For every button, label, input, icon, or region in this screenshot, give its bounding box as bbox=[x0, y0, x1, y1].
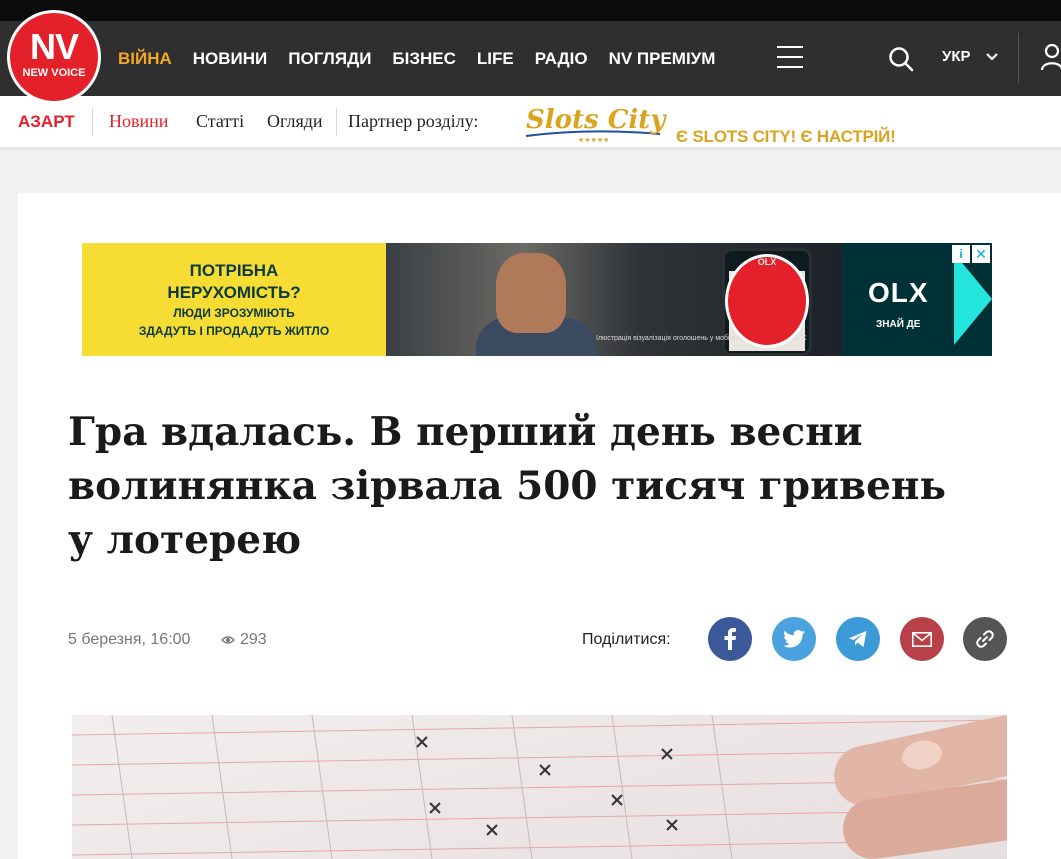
subnav-item-reviews[interactable]: Огляди bbox=[267, 111, 323, 132]
ad-phone-logo: OLX bbox=[725, 254, 809, 348]
ad-info-icon[interactable]: i bbox=[952, 245, 970, 263]
ad-line-2: НЕРУХОМІСТЬ? bbox=[167, 283, 301, 302]
article-views: 293 bbox=[221, 631, 267, 649]
ad-arrow-shape bbox=[954, 253, 992, 345]
logo-main-text: NV bbox=[29, 26, 79, 67]
subnav-item-news[interactable]: Новини bbox=[109, 111, 168, 132]
ad-banner[interactable]: ПОТРІБНА НЕРУХОМІСТЬ? ЛЮДИ ЗРОЗУМІЮТЬ ЗД… bbox=[82, 243, 992, 356]
ad-person-face bbox=[496, 253, 566, 333]
chevron-down-icon bbox=[985, 52, 998, 61]
share-label: Поділитися: bbox=[582, 631, 671, 648]
menu-icon[interactable] bbox=[777, 46, 803, 68]
svg-text:★★★★★: ★★★★★ bbox=[578, 136, 609, 144]
logo-sub-text: NEW VOICE bbox=[22, 67, 86, 79]
link-icon bbox=[976, 630, 994, 648]
subnav-divider bbox=[92, 108, 93, 136]
nav-item-opinions[interactable]: ПОГЛЯДИ bbox=[288, 49, 371, 69]
ad-close-icon[interactable]: ✕ bbox=[972, 245, 990, 263]
nav-item-life[interactable]: LIFE bbox=[477, 49, 514, 69]
nav-item-radio[interactable]: РАДІО bbox=[535, 49, 588, 69]
subnav-item-articles[interactable]: Статті bbox=[196, 111, 244, 132]
ad-slogan: ЗНАЙ ДЕ bbox=[876, 319, 921, 330]
share-twitter-button[interactable] bbox=[772, 617, 816, 661]
ad-text-panel: ПОТРІБНА НЕРУХОМІСТЬ? ЛЮДИ ЗРОЗУМІЮТЬ ЗД… bbox=[82, 243, 386, 356]
article-hero-image bbox=[72, 715, 1007, 859]
article-title: Гра вдалась. В перший день весни волинян… bbox=[68, 409, 946, 563]
partner-label: Партнер розділу: bbox=[348, 111, 479, 131]
share-facebook-button[interactable] bbox=[708, 617, 752, 661]
ad-line-4: ЗДАДУТЬ І ПРОДАДУТЬ ЖИТЛО bbox=[138, 324, 330, 338]
share-email-button[interactable] bbox=[900, 617, 944, 661]
slots-city-logo-text: Slots City bbox=[526, 105, 667, 135]
nav-item-war[interactable]: ВІЙНА bbox=[118, 49, 172, 69]
nav-item-premium[interactable]: NV ПРЕМІУМ bbox=[609, 49, 716, 69]
nav-item-business[interactable]: БІЗНЕС bbox=[392, 49, 455, 69]
main-navbar: ВІЙНА НОВИНИ ПОГЛЯДИ БІЗНЕС LIFE РАДІО N… bbox=[0, 21, 1061, 96]
ad-line-3: ЛЮДИ ЗРОЗУМІЮТЬ bbox=[173, 306, 295, 320]
mail-icon bbox=[912, 631, 932, 647]
section-subnav: АЗАРТ Новини Статті Огляди Партнер розді… bbox=[0, 96, 1061, 148]
slots-city-logo[interactable]: Slots City ★★★★★ bbox=[520, 100, 668, 144]
main-nav: ВІЙНА НОВИНИ ПОГЛЯДИ БІЗНЕС LIFE РАДІО N… bbox=[118, 21, 736, 96]
partner-tagline[interactable]: Є SLOTS CITY! Є НАСТРІЙ! bbox=[676, 127, 896, 147]
search-icon[interactable] bbox=[888, 46, 914, 72]
language-label: УКР bbox=[942, 48, 971, 65]
ad-brand-logo: OLX bbox=[868, 277, 929, 308]
section-title[interactable]: АЗАРТ bbox=[18, 112, 75, 132]
twitter-icon bbox=[783, 630, 805, 648]
nv-logo[interactable]: NV NEW VOICE bbox=[7, 10, 101, 104]
article-date: 5 березня, 16:00 bbox=[68, 631, 191, 648]
ad-photo: OLX Ілюстрація візуалізація оголошень у … bbox=[386, 243, 842, 356]
language-selector[interactable]: УКР bbox=[942, 48, 999, 65]
eye-icon bbox=[221, 636, 235, 644]
views-count: 293 bbox=[240, 631, 267, 648]
ad-line-1: ПОТРІБНА bbox=[189, 261, 279, 280]
user-icon[interactable] bbox=[1040, 43, 1061, 71]
nav-item-news[interactable]: НОВИНИ bbox=[193, 49, 268, 69]
subnav-divider bbox=[336, 108, 337, 136]
copy-link-button[interactable] bbox=[963, 617, 1007, 661]
facebook-icon bbox=[724, 628, 736, 650]
telegram-icon bbox=[849, 631, 867, 647]
top-strip bbox=[0, 0, 1061, 21]
nav-divider bbox=[1018, 33, 1019, 83]
share-telegram-button[interactable] bbox=[836, 617, 880, 661]
